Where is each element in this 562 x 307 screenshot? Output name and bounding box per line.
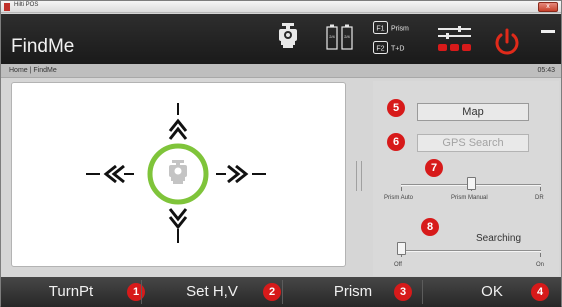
battery-2-label: 2/4 (344, 34, 350, 39)
turnpt-label: TurnPt (48, 283, 94, 300)
clock: 05:43 (537, 67, 555, 74)
prism-badge: 3 (394, 283, 412, 301)
findme-viewport (11, 82, 346, 267)
f2-label: T+D (391, 46, 404, 53)
mode-label-dr: DR (535, 195, 544, 201)
ok-label: OK (481, 283, 503, 300)
set-hv-button[interactable]: Set H,V (142, 277, 282, 307)
set-hv-badge: 2 (263, 283, 281, 301)
battery-1-label: 2/4 (329, 34, 335, 39)
f2-key[interactable]: F2 (376, 46, 384, 53)
prism-icon[interactable] (277, 22, 299, 55)
map-badge: 5 (387, 99, 405, 117)
minimize-icon[interactable] (541, 22, 555, 40)
panel-splitter[interactable] (356, 161, 362, 191)
search-label-on: On (536, 262, 545, 268)
arrow-up-icon[interactable] (168, 103, 188, 140)
control-panel: 5 Map 6 GPS Search 7 Prism Auto Prism Ma… (373, 81, 559, 276)
softkey-bar: TurnPt 1 Set H,V 2 Prism 3 OK 4 (1, 277, 561, 307)
function-keys: F1 Prism F2 T+D (373, 21, 433, 62)
gps-search-button[interactable]: GPS Search (417, 134, 529, 152)
window-titlebar: Hilti POS x (1, 1, 561, 13)
mode-label-manual: Prism Manual (451, 195, 488, 201)
search-badge: 8 (421, 218, 439, 236)
mode-label-auto: Prism Auto (384, 195, 414, 201)
arrow-left-icon[interactable] (86, 164, 134, 184)
search-slider-track[interactable] (401, 250, 541, 252)
f1-label: Prism (391, 26, 409, 33)
arrow-down-icon[interactable] (168, 208, 188, 243)
page-title: FindMe (11, 36, 75, 57)
battery-icon: 2/4 2/4 (326, 24, 354, 55)
gps-badge: 6 (387, 133, 405, 151)
mode-slider-thumb[interactable] (467, 177, 476, 190)
map-button[interactable]: Map (417, 103, 529, 121)
power-icon[interactable] (494, 28, 520, 61)
app-icon (4, 3, 10, 11)
app-header: FindMe 2/4 2/4 F1 Prism F2 T+D (1, 14, 561, 64)
search-tick-on (540, 253, 541, 257)
mode-tick-auto (401, 187, 402, 191)
prism-label: Prism (333, 283, 373, 300)
breadcrumb[interactable]: Home | FindMe (9, 67, 57, 74)
f1-key[interactable]: F1 (376, 26, 384, 33)
arrow-right-icon[interactable] (216, 164, 266, 184)
ok-badge: 4 (531, 283, 549, 301)
search-slider-title: Searching (476, 233, 522, 244)
turnpt-button[interactable]: TurnPt (1, 277, 141, 307)
mode-badge: 7 (425, 159, 443, 177)
window-close-button[interactable]: x (538, 2, 558, 12)
app-window: Hilti POS x FindMe 2/4 2/4 F1 Prism F2 T… (0, 0, 562, 307)
search-slider-thumb[interactable] (397, 242, 406, 255)
search-label-off: Off (394, 262, 402, 268)
breadcrumb-bar: Home | FindMe 05:43 (1, 64, 561, 78)
settings-sliders-icon[interactable] (438, 26, 472, 59)
window-title: Hilti POS (14, 2, 39, 8)
set-hv-label: Set H,V (186, 283, 238, 300)
mode-tick-dr (540, 187, 541, 191)
